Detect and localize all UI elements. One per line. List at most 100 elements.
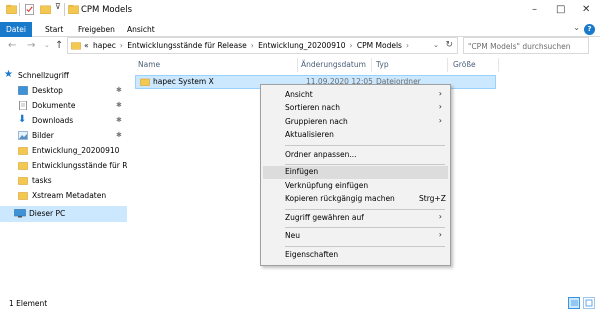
menu-item-label: Ansicht bbox=[285, 90, 313, 99]
breadcrumb-overflow[interactable]: « bbox=[84, 41, 89, 50]
back-button[interactable]: ← bbox=[8, 40, 16, 51]
nav-item-entwicklungsstaende[interactable]: Entwicklungsstände für Relea bbox=[0, 158, 127, 174]
search-placeholder: "CPM Models" durchsuchen bbox=[468, 42, 571, 51]
column-header-size[interactable]: Größe bbox=[453, 60, 476, 69]
new-folder-icon[interactable] bbox=[40, 4, 51, 15]
window-title: CPM Models bbox=[81, 5, 133, 15]
menu-item-sortieren-nach[interactable]: Sortieren nach › bbox=[263, 102, 448, 115]
menu-shortcut: Strg+Z bbox=[419, 194, 446, 203]
nav-item-desktop[interactable]: Desktop ✱ bbox=[0, 83, 127, 99]
status-bar: 1 Element bbox=[0, 295, 600, 312]
breadcrumb-item[interactable]: CPM Models bbox=[357, 41, 402, 50]
menu-item-kopieren-rueckgaengig[interactable]: Kopieren rückgängig machen Strg+Z bbox=[263, 193, 448, 206]
nav-item-bilder[interactable]: Bilder ✱ bbox=[0, 128, 127, 144]
menu-item-verknuepfung-einfuegen[interactable]: Verknüpfung einfügen bbox=[263, 180, 448, 193]
menu-item-label: Aktualisieren bbox=[285, 130, 334, 139]
menu-item-aktualisieren[interactable]: Aktualisieren bbox=[263, 129, 448, 142]
tab-freigeben[interactable]: Freigeben bbox=[72, 22, 121, 37]
column-headers: Name Änderungsdatum Typ Größe bbox=[133, 58, 600, 72]
ribbon-tabs: Datei Start Freigeben Ansicht ⌄ ? bbox=[0, 22, 600, 37]
menu-item-label: Zugriff gewähren auf bbox=[285, 213, 364, 222]
nav-item-tasks[interactable]: tasks bbox=[0, 173, 127, 189]
breadcrumb-separator[interactable]: › bbox=[350, 41, 353, 50]
breadcrumb-separator[interactable]: › bbox=[120, 41, 123, 50]
pin-icon[interactable]: ✱ bbox=[116, 101, 122, 109]
breadcrumb-item[interactable]: Entwicklung_20200910 bbox=[258, 41, 345, 50]
tab-ansicht[interactable]: Ansicht bbox=[121, 22, 161, 37]
folder-icon bbox=[18, 192, 28, 200]
menu-item-label: Neu bbox=[285, 231, 300, 240]
forward-button[interactable]: → bbox=[27, 40, 35, 51]
breadcrumb-separator[interactable]: › bbox=[406, 41, 409, 50]
column-header-type[interactable]: Typ bbox=[376, 60, 389, 69]
nav-item-label: Entwicklung_20200910 bbox=[32, 146, 120, 155]
properties-icon[interactable] bbox=[24, 4, 35, 15]
file-name: hapec System X bbox=[153, 77, 214, 86]
tab-datei[interactable]: Datei bbox=[0, 22, 32, 37]
folder-icon[interactable] bbox=[6, 4, 17, 15]
tab-start[interactable]: Start bbox=[39, 22, 69, 37]
nav-item-xstream-metadaten[interactable]: Xstream Metadaten bbox=[0, 188, 127, 204]
breadcrumb-separator[interactable]: › bbox=[251, 41, 254, 50]
nav-item-label: Entwicklungsstände für Relea bbox=[32, 161, 127, 170]
column-header-date[interactable]: Änderungsdatum bbox=[301, 60, 366, 69]
breadcrumb-item[interactable]: hapec bbox=[93, 41, 116, 50]
folder-icon bbox=[18, 162, 28, 170]
minimize-button[interactable]: – bbox=[532, 4, 537, 15]
explorer-window: ⊽ CPM Models – □ ✕ Datei Start Freigeben… bbox=[0, 0, 600, 312]
details-view-icon[interactable] bbox=[568, 297, 580, 309]
help-icon[interactable]: ? bbox=[584, 24, 595, 35]
menu-item-zugriff-gewaehren[interactable]: Zugriff gewähren auf › bbox=[263, 212, 448, 225]
column-header-name[interactable]: Name bbox=[138, 60, 160, 69]
search-input[interactable]: "CPM Models" durchsuchen bbox=[463, 37, 589, 54]
submenu-arrow-icon: › bbox=[438, 230, 442, 239]
close-button[interactable]: ✕ bbox=[582, 4, 590, 15]
pin-icon[interactable]: ✱ bbox=[116, 116, 122, 124]
nav-item-label: Bilder bbox=[32, 131, 54, 140]
breadcrumb-item[interactable]: Entwicklungsstände für Release bbox=[127, 41, 247, 50]
nav-item-schnellzugriff[interactable]: ★ Schnellzugriff bbox=[0, 68, 127, 84]
nav-item-label: Desktop bbox=[32, 86, 63, 95]
address-dropdown-icon[interactable]: ⌄ bbox=[433, 41, 439, 49]
menu-separator bbox=[285, 164, 445, 165]
submenu-arrow-icon: › bbox=[438, 89, 442, 98]
maximize-button[interactable]: □ bbox=[556, 4, 565, 15]
menu-item-einfuegen[interactable]: Einfügen bbox=[263, 166, 448, 179]
menu-separator bbox=[285, 246, 445, 247]
up-button[interactable]: ↑ bbox=[55, 40, 63, 51]
nav-item-label: tasks bbox=[32, 176, 52, 185]
large-icons-view-icon[interactable] bbox=[583, 297, 595, 309]
address-row: ← → ⌄ ↑ « hapec › Entwicklungsstände für … bbox=[0, 37, 600, 55]
menu-item-neu[interactable]: Neu › bbox=[263, 230, 448, 243]
folder-icon bbox=[18, 177, 28, 185]
nav-item-entwicklung-20200910[interactable]: Entwicklung_20200910 bbox=[0, 143, 127, 159]
pin-icon[interactable]: ✱ bbox=[116, 131, 122, 139]
star-icon: ★ bbox=[4, 69, 13, 80]
folder-icon bbox=[140, 78, 150, 86]
menu-item-label: Ordner anpassen... bbox=[285, 150, 357, 159]
pictures-icon bbox=[18, 131, 28, 140]
menu-item-eigenschaften[interactable]: Eigenschaften bbox=[263, 249, 448, 262]
nav-item-downloads[interactable]: ⬇ Downloads ✱ bbox=[0, 113, 127, 129]
pin-icon[interactable]: ✱ bbox=[116, 86, 122, 94]
menu-item-ordner-anpassen[interactable]: Ordner anpassen... bbox=[263, 149, 448, 162]
menu-item-label: Eigenschaften bbox=[285, 250, 339, 259]
menu-item-label: Gruppieren nach bbox=[285, 117, 348, 126]
menu-item-gruppieren-nach[interactable]: Gruppieren nach › bbox=[263, 116, 448, 129]
desktop-icon bbox=[18, 86, 28, 95]
menu-item-ansicht[interactable]: Ansicht › bbox=[263, 89, 448, 102]
refresh-icon[interactable]: ↻ bbox=[445, 40, 453, 50]
nav-item-dokumente[interactable]: Dokumente ✱ bbox=[0, 98, 127, 114]
address-bar[interactable]: « hapec › Entwicklungsstände für Release ›… bbox=[67, 37, 458, 54]
quick-access-dropdown-icon[interactable]: ⊽ bbox=[55, 2, 61, 11]
computer-icon bbox=[14, 209, 26, 218]
menu-separator bbox=[285, 209, 445, 210]
menu-item-label: Kopieren rückgängig machen bbox=[285, 194, 395, 203]
documents-icon bbox=[19, 101, 27, 110]
ribbon-expand-icon[interactable]: ⌄ bbox=[573, 23, 580, 32]
submenu-arrow-icon: › bbox=[438, 116, 442, 125]
nav-item-label: Xstream Metadaten bbox=[32, 191, 107, 200]
nav-item-dieser-pc[interactable]: Dieser PC bbox=[0, 206, 127, 222]
submenu-arrow-icon: › bbox=[438, 102, 442, 111]
recent-locations-button[interactable]: ⌄ bbox=[44, 41, 50, 49]
